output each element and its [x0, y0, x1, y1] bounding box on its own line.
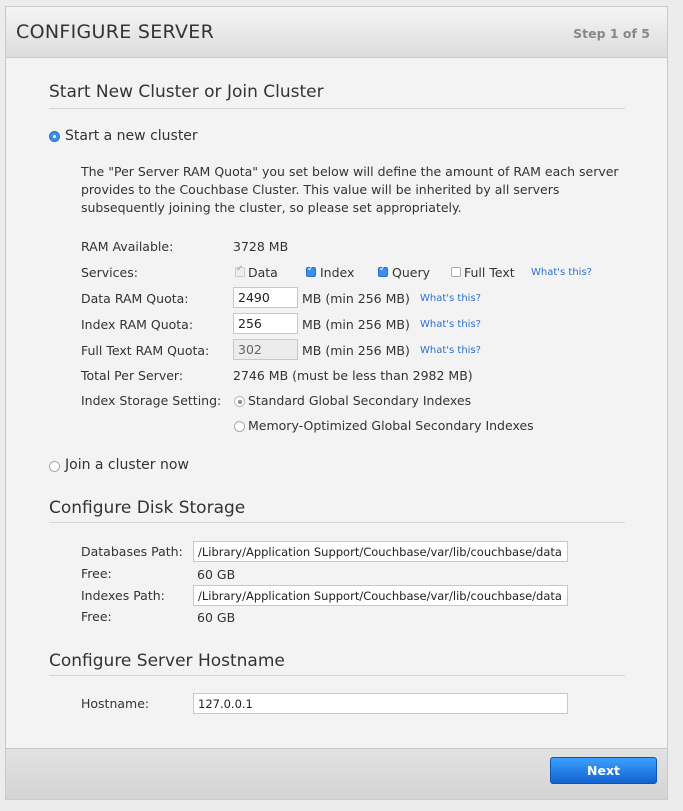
- service-data-checkbox: [235, 264, 245, 277]
- service-data-label: Data: [248, 265, 278, 280]
- hostname-section-title: Configure Server Hostname: [49, 651, 285, 671]
- join-cluster-radio[interactable]: [49, 461, 60, 472]
- data-quota-input[interactable]: [233, 287, 298, 308]
- indexes-free-value: 60 GB: [197, 610, 236, 625]
- fts-quota-input[interactable]: [233, 339, 298, 360]
- footer-bar: Next: [6, 748, 667, 799]
- data-quota-min: MB (min 256 MB): [302, 291, 410, 306]
- index-quota-input[interactable]: [233, 313, 298, 334]
- services-whats-this-link[interactable]: What's this?: [531, 267, 592, 278]
- join-cluster-label[interactable]: Join a cluster now: [65, 457, 189, 473]
- title-bar: CONFIGURE SERVER Step 1 of 5: [6, 7, 667, 58]
- storage-memopt-label[interactable]: Memory-Optimized Global Secondary Indexe…: [248, 418, 534, 433]
- databases-free-label: Free:: [81, 566, 112, 581]
- ram-available-value: 3728 MB: [233, 239, 289, 254]
- disk-section-title: Configure Disk Storage: [49, 498, 246, 518]
- cluster-section-title: Start New Cluster or Join Cluster: [49, 82, 324, 102]
- index-quota-label: Index RAM Quota:: [81, 317, 194, 332]
- section-divider: [49, 675, 625, 676]
- index-storage-label: Index Storage Setting:: [81, 393, 222, 408]
- hostname-input[interactable]: [193, 693, 568, 714]
- databases-free-value: 60 GB: [197, 567, 236, 582]
- configure-server-dialog: CONFIGURE SERVER Step 1 of 5 Start New C…: [5, 6, 668, 800]
- indexes-path-label: Indexes Path:: [81, 588, 165, 603]
- fts-quota-whats-this-link[interactable]: What's this?: [420, 345, 481, 356]
- databases-path-input[interactable]: [193, 541, 568, 562]
- service-query-checkbox[interactable]: [378, 264, 388, 277]
- index-quota-whats-this-link[interactable]: What's this?: [420, 319, 481, 330]
- service-index-checkbox[interactable]: [306, 264, 316, 277]
- fts-quota-min: MB (min 256 MB): [302, 343, 410, 358]
- next-button[interactable]: Next: [550, 757, 657, 784]
- data-quota-label: Data RAM Quota:: [81, 291, 189, 306]
- service-index-label[interactable]: Index: [320, 265, 354, 280]
- hostname-label: Hostname:: [81, 696, 150, 711]
- indexes-free-label: Free:: [81, 609, 112, 624]
- step-indicator: Step 1 of 5: [573, 26, 650, 41]
- start-new-cluster-radio[interactable]: [49, 131, 60, 142]
- total-per-server-value: 2746 MB (must be less than 2982 MB): [233, 368, 473, 383]
- section-divider: [49, 108, 625, 109]
- main-content: Start New Cluster or Join Cluster Start …: [6, 58, 667, 748]
- service-fulltext-label[interactable]: Full Text: [464, 265, 515, 280]
- indexes-path-input[interactable]: [193, 585, 568, 606]
- data-quota-whats-this-link[interactable]: What's this?: [420, 293, 481, 304]
- index-quota-min: MB (min 256 MB): [302, 317, 410, 332]
- ram-quota-description: The "Per Server RAM Quota" you set below…: [81, 164, 619, 215]
- ram-available-label: RAM Available:: [81, 239, 174, 254]
- service-query-label[interactable]: Query: [392, 265, 430, 280]
- total-per-server-label: Total Per Server:: [81, 368, 184, 383]
- service-fulltext-checkbox[interactable]: [451, 267, 461, 277]
- storage-memopt-radio[interactable]: [234, 421, 245, 432]
- section-divider: [49, 522, 625, 523]
- services-label: Services:: [81, 265, 138, 280]
- databases-path-label: Databases Path:: [81, 544, 183, 559]
- storage-standard-label[interactable]: Standard Global Secondary Indexes: [248, 393, 471, 408]
- storage-standard-radio[interactable]: [234, 396, 245, 407]
- page-title: CONFIGURE SERVER: [16, 21, 215, 43]
- fts-quota-label: Full Text RAM Quota:: [81, 343, 210, 358]
- start-new-cluster-label[interactable]: Start a new cluster: [65, 128, 198, 144]
